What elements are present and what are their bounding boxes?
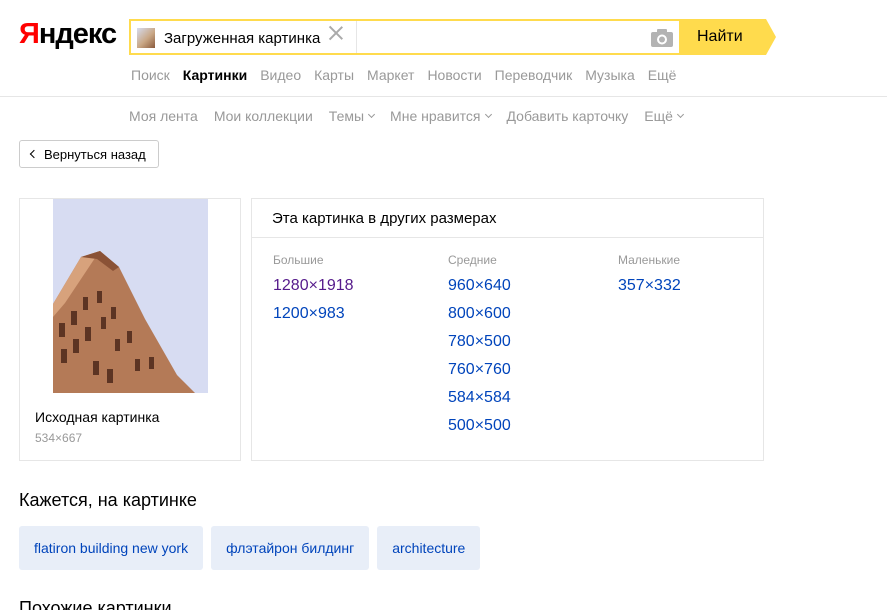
logo-first-letter: Я — [19, 18, 40, 50]
subnav-label: Моя лента — [129, 108, 198, 124]
chevron-down-icon — [368, 110, 376, 119]
camera-icon[interactable] — [650, 28, 674, 48]
yandex-logo[interactable]: Яндекс — [19, 18, 117, 51]
size-link[interactable]: 960×640 — [448, 272, 511, 300]
back-button-label: Вернуться назад — [44, 146, 146, 162]
subnav-my-feed[interactable]: Моя лента — [129, 108, 198, 124]
uploaded-image-label: Загруженная картинка — [164, 29, 321, 47]
seems-section-title: Кажется, на картинке — [19, 490, 197, 510]
size-link[interactable]: 357×332 — [618, 272, 681, 300]
size-link[interactable]: 500×500 — [448, 412, 511, 440]
tag-list: flatiron building new york флэтайрон бил… — [19, 526, 488, 570]
find-button[interactable]: Найти — [681, 19, 776, 55]
tag-chip[interactable]: flatiron building new york — [19, 526, 204, 570]
subnav-likes[interactable]: Мне нравится — [390, 108, 492, 124]
header-divider — [0, 96, 887, 97]
chip-divider — [356, 21, 357, 53]
other-sizes-heading: Эта картинка в других размерах — [252, 199, 763, 238]
uploaded-image-thumbnail — [137, 28, 155, 48]
original-image-title: Исходная картинка — [35, 409, 160, 425]
subnav-more[interactable]: Ещё — [644, 108, 684, 124]
sizes-column-small: Маленькие 357×332 — [618, 253, 681, 300]
tag-chip[interactable]: architecture — [377, 526, 481, 570]
service-tab-more[interactable]: Ещё — [648, 67, 677, 83]
subnav-topics[interactable]: Темы — [328, 108, 376, 124]
chevron-down-icon — [676, 110, 684, 119]
sizes-column-title: Маленькие — [618, 253, 680, 267]
original-image-preview[interactable] — [53, 199, 208, 393]
service-tab-images[interactable]: Картинки — [183, 67, 247, 83]
size-link[interactable]: 760×760 — [448, 356, 511, 384]
subnav-my-collections[interactable]: Мои коллекции — [214, 108, 313, 124]
size-link[interactable]: 1200×983 — [273, 300, 354, 328]
subnav-label: Ещё — [644, 108, 673, 124]
service-tab-search[interactable]: Поиск — [131, 67, 170, 83]
service-tab-translate[interactable]: Переводчик — [495, 67, 573, 83]
chevron-left-icon — [29, 149, 39, 159]
sizes-column-large: Большие 1280×1918 1200×983 — [273, 253, 354, 328]
service-tab-maps[interactable]: Карты — [314, 67, 354, 83]
size-link[interactable]: 1280×1918 — [273, 272, 354, 300]
tag-chip[interactable]: флэтайрон билдинг — [211, 526, 370, 570]
subnav-add-card[interactable]: Добавить карточку — [507, 108, 629, 124]
other-sizes-card: Эта картинка в других размерах Большие 1… — [251, 198, 764, 461]
close-icon[interactable] — [328, 25, 344, 41]
subnav-label: Мои коллекции — [213, 108, 313, 124]
back-button[interactable]: Вернуться назад — [19, 140, 159, 168]
search-input[interactable]: Загруженная картинка — [129, 19, 681, 55]
service-tab-news[interactable]: Новости — [427, 67, 481, 83]
sizes-column-title: Средние — [448, 253, 497, 267]
original-image-card[interactable]: Исходная картинка 534×667 — [19, 198, 241, 461]
service-tab-video[interactable]: Видео — [260, 67, 301, 83]
service-tab-market[interactable]: Маркет — [367, 67, 414, 83]
services-nav: Поиск Картинки Видео Карты Маркет Новост… — [131, 67, 689, 83]
uploaded-image-chip[interactable]: Загруженная картинка — [137, 26, 320, 50]
subnav-label: Мне нравится — [390, 108, 481, 124]
images-subnav: Моя лента Мои коллекции Темы Мне нравитс… — [129, 108, 699, 124]
logo-rest: ндекс — [38, 18, 117, 50]
sizes-column-title: Большие — [273, 253, 324, 267]
original-image-size: 534×667 — [35, 431, 83, 445]
size-link[interactable]: 780×500 — [448, 328, 511, 356]
chevron-down-icon — [484, 110, 492, 119]
size-link[interactable]: 584×584 — [448, 384, 511, 412]
size-link[interactable]: 800×600 — [448, 300, 511, 328]
service-tab-music[interactable]: Музыка — [585, 67, 635, 83]
subnav-label: Добавить карточку — [506, 108, 629, 124]
sizes-column-medium: Средние 960×640 800×600 780×500 760×760 … — [448, 253, 511, 440]
search-bar: Загруженная картинка Найти — [129, 19, 776, 55]
subnav-label: Темы — [328, 108, 365, 124]
similar-section-title: Похожие картинки — [19, 598, 172, 610]
